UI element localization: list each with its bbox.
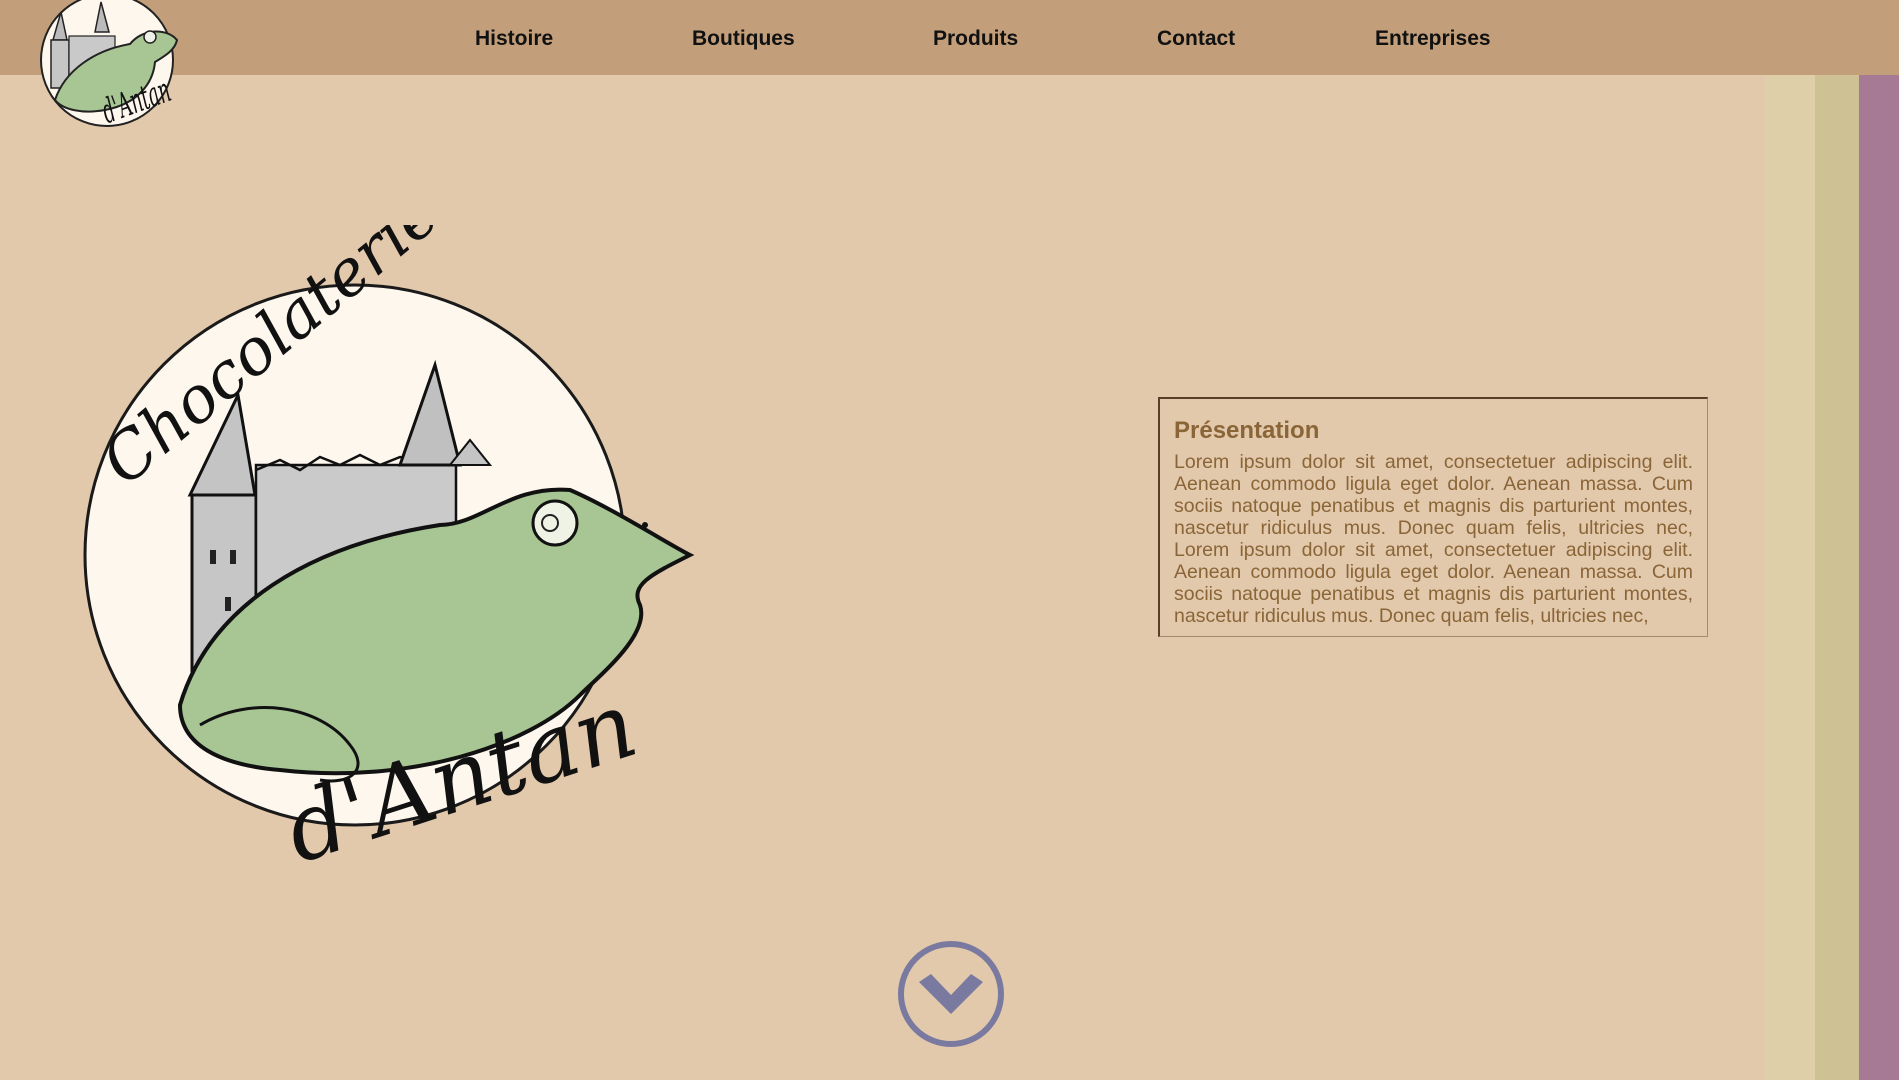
- decorative-stripe-light: [1765, 75, 1815, 1080]
- nav-item-histoire[interactable]: Histoire: [475, 27, 553, 51]
- nav-item-boutiques[interactable]: Boutiques: [692, 27, 795, 51]
- chevron-down-circle-icon: [898, 941, 1004, 1047]
- presentation-panel: Présentation Lorem ipsum dolor sit amet,…: [1158, 397, 1708, 637]
- chocolaterie-logo: Chocolaterie d'Antan: [83, 225, 695, 865]
- presentation-title: Présentation: [1174, 417, 1320, 444]
- nav-item-entreprises[interactable]: Entreprises: [1375, 27, 1491, 51]
- scroll-down-button[interactable]: [897, 940, 1005, 1048]
- nav-item-contact[interactable]: Contact: [1157, 27, 1235, 51]
- decorative-stripe-mid: [1815, 75, 1859, 1080]
- decorative-stripe-accent: [1859, 75, 1899, 1080]
- top-navbar: Histoire Boutiques Produits Contact Entr…: [0, 0, 1899, 75]
- nav-item-produits[interactable]: Produits: [933, 27, 1018, 51]
- home-logo[interactable]: d'Antan: [25, 0, 190, 142]
- presentation-body: Lorem ipsum dolor sit amet, consectetuer…: [1174, 451, 1693, 627]
